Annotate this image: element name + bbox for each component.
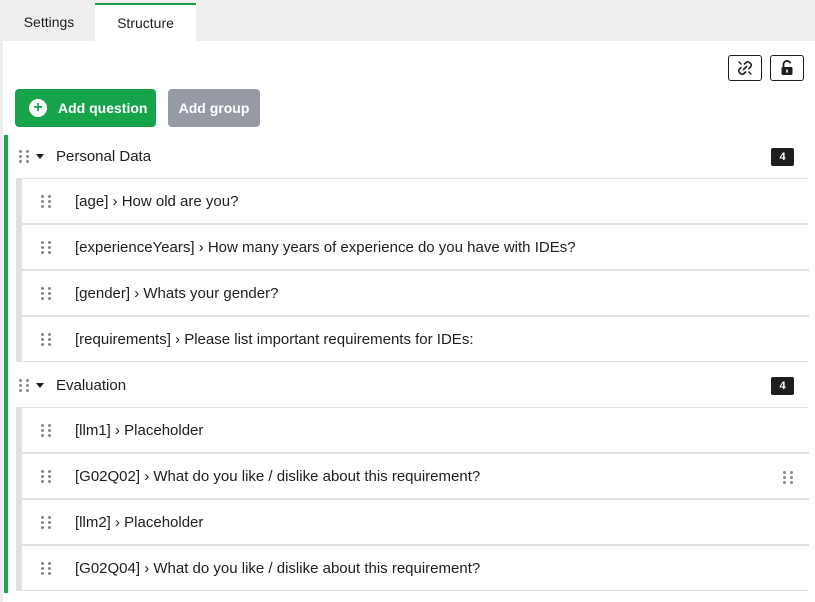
lock-button[interactable] — [770, 55, 804, 81]
add-question-button[interactable]: + Add question — [15, 89, 156, 127]
link-button[interactable] — [728, 55, 762, 81]
tab-bar: Settings Structure — [0, 0, 815, 41]
link-icon — [738, 61, 752, 75]
group-header[interactable]: Personal Data 4 — [8, 135, 809, 178]
drag-handle-icon[interactable] — [19, 379, 29, 393]
plus-circle-icon: + — [29, 99, 47, 117]
drag-handle-icon[interactable] — [783, 470, 793, 484]
question-row[interactable]: [gender] › Whats your gender? — [16, 270, 809, 316]
question-group: Evaluation 4 [llm1] › Placeholder [G02Q0… — [8, 364, 809, 591]
unlock-icon — [781, 60, 793, 75]
question-text: [requirements] › Please list important r… — [75, 330, 474, 348]
question-row[interactable]: [G02Q04] › What do you like / dislike ab… — [16, 545, 809, 591]
question-text: [gender] › Whats your gender? — [75, 284, 279, 302]
group-title: Evaluation — [56, 377, 127, 394]
drag-handle-icon[interactable] — [41, 423, 51, 437]
question-text: [G02Q04] › What do you like / dislike ab… — [75, 559, 481, 577]
group-header[interactable]: Evaluation 4 — [8, 364, 809, 407]
question-row[interactable]: [llm2] › Placeholder — [16, 499, 809, 545]
question-count-badge: 4 — [771, 377, 794, 395]
drag-handle-icon[interactable] — [41, 286, 51, 300]
question-text: [llm2] › Placeholder — [75, 513, 204, 531]
question-text: [experienceYears] › How many years of ex… — [75, 238, 576, 256]
question-group: Personal Data 4 [age] › How old are you?… — [8, 135, 809, 362]
drag-handle-icon[interactable] — [41, 332, 51, 346]
add-group-label: Add group — [178, 100, 250, 116]
question-text: [age] › How old are you? — [75, 192, 239, 210]
question-row[interactable]: [llm1] › Placeholder — [16, 407, 809, 453]
drag-handle-icon[interactable] — [19, 150, 29, 164]
caret-down-icon[interactable] — [36, 154, 44, 159]
question-text: [G02Q02] › What do you like / dislike ab… — [75, 467, 481, 485]
drag-handle-icon[interactable] — [41, 561, 51, 575]
group-title: Personal Data — [56, 148, 152, 165]
tab-settings[interactable]: Settings — [3, 3, 95, 41]
caret-down-icon[interactable] — [36, 383, 44, 388]
question-row[interactable]: [requirements] › Please list important r… — [16, 316, 809, 362]
tab-structure[interactable]: Structure — [95, 3, 196, 41]
drag-handle-icon[interactable] — [41, 194, 51, 208]
question-row[interactable]: [G02Q02] › What do you like / dislike ab… — [16, 453, 809, 499]
question-row[interactable]: [age] › How old are you? — [16, 178, 809, 224]
drag-handle-icon[interactable] — [41, 240, 51, 254]
drag-handle-icon[interactable] — [41, 469, 51, 483]
add-group-button[interactable]: Add group — [168, 89, 260, 127]
add-question-label: Add question — [58, 100, 148, 116]
question-row[interactable]: [experienceYears] › How many years of ex… — [16, 224, 809, 270]
question-text: [llm1] › Placeholder — [75, 421, 204, 439]
question-count-badge: 4 — [771, 148, 794, 166]
drag-handle-icon[interactable] — [41, 515, 51, 529]
